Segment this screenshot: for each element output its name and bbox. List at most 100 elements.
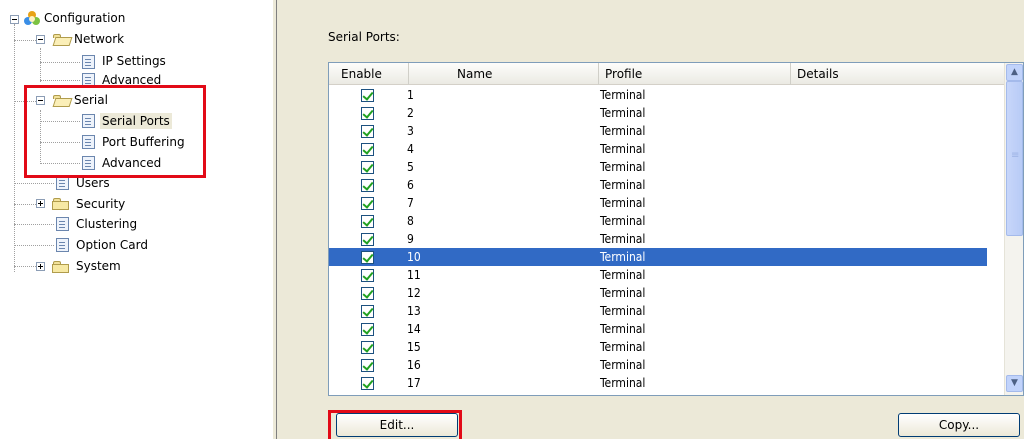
tree-line bbox=[14, 204, 36, 205]
tree-item-configuration[interactable]: Configuration bbox=[42, 10, 127, 26]
enable-checkbox[interactable] bbox=[361, 215, 374, 228]
profile-cell: Terminal bbox=[600, 268, 646, 282]
port-number: 12 bbox=[407, 286, 421, 300]
column-header-details[interactable]: Details bbox=[791, 63, 1005, 85]
profile-cell: Terminal bbox=[600, 106, 646, 120]
page-icon bbox=[56, 238, 69, 252]
table-row[interactable]: 10 Terminal bbox=[329, 248, 987, 266]
port-number: 14 bbox=[407, 322, 421, 336]
column-header-enable[interactable]: Enable bbox=[329, 63, 409, 85]
port-number: 9 bbox=[407, 232, 414, 246]
port-number: 5 bbox=[407, 160, 414, 174]
tree-line bbox=[14, 245, 54, 246]
folder-icon bbox=[52, 197, 71, 210]
tree-item-network[interactable]: Network bbox=[72, 31, 126, 47]
list-header: Enable Name Profile Details bbox=[329, 63, 1005, 85]
configuration-icon bbox=[24, 11, 40, 27]
tree-line bbox=[40, 80, 80, 81]
table-row[interactable]: 8 Terminal bbox=[329, 212, 987, 230]
enable-checkbox[interactable] bbox=[361, 107, 374, 120]
table-row[interactable]: 1 Terminal bbox=[329, 86, 987, 104]
highlight-box bbox=[328, 410, 462, 439]
port-number: 16 bbox=[407, 358, 421, 372]
enable-checkbox[interactable] bbox=[361, 341, 374, 354]
column-header-profile[interactable]: Profile bbox=[599, 63, 791, 85]
enable-checkbox[interactable] bbox=[361, 287, 374, 300]
scroll-thumb[interactable] bbox=[1006, 81, 1023, 236]
port-number: 6 bbox=[407, 178, 414, 192]
profile-cell: Terminal bbox=[600, 250, 646, 264]
page-icon bbox=[56, 176, 69, 190]
table-row[interactable]: 5 Terminal bbox=[329, 158, 987, 176]
profile-cell: Terminal bbox=[600, 232, 646, 246]
tree-line bbox=[14, 266, 36, 267]
enable-checkbox[interactable] bbox=[361, 179, 374, 192]
enable-checkbox[interactable] bbox=[361, 269, 374, 282]
port-number: 3 bbox=[407, 124, 414, 138]
scroll-down-icon[interactable]: ▼ bbox=[1006, 375, 1023, 392]
tree-line bbox=[14, 24, 15, 272]
scroll-up-icon[interactable]: ▲ bbox=[1006, 64, 1023, 81]
enable-checkbox[interactable] bbox=[361, 233, 374, 246]
tree-item-security[interactable]: Security bbox=[74, 196, 127, 212]
profile-cell: Terminal bbox=[600, 88, 646, 102]
copy-button[interactable]: Copy... bbox=[898, 413, 1020, 437]
tree-item-ip-settings[interactable]: IP Settings bbox=[100, 53, 168, 69]
table-row[interactable]: 6 Terminal bbox=[329, 176, 987, 194]
tree-item-system[interactable]: System bbox=[74, 258, 123, 274]
enable-checkbox[interactable] bbox=[361, 359, 374, 372]
expand-toggle[interactable] bbox=[36, 262, 45, 271]
enable-checkbox[interactable] bbox=[361, 251, 374, 264]
table-row[interactable]: 12 Terminal bbox=[329, 284, 987, 302]
table-row[interactable]: 14 Terminal bbox=[329, 320, 987, 338]
enable-checkbox[interactable] bbox=[361, 161, 374, 174]
enable-checkbox[interactable] bbox=[361, 377, 374, 390]
profile-cell: Terminal bbox=[600, 142, 646, 156]
table-row[interactable]: 4 Terminal bbox=[329, 140, 987, 158]
port-number: 10 bbox=[407, 250, 421, 264]
expand-toggle[interactable] bbox=[36, 199, 45, 208]
serial-ports-panel: Serial Ports: Enable Name Profile Detail… bbox=[280, 0, 1024, 439]
port-number: 15 bbox=[407, 340, 421, 354]
port-number: 13 bbox=[407, 304, 421, 318]
highlight-box bbox=[24, 85, 206, 178]
table-row[interactable]: 11 Terminal bbox=[329, 266, 987, 284]
port-number: 11 bbox=[407, 268, 421, 282]
port-number: 2 bbox=[407, 106, 414, 120]
profile-cell: Terminal bbox=[600, 340, 646, 354]
profile-cell: Terminal bbox=[600, 358, 646, 372]
enable-checkbox[interactable] bbox=[361, 197, 374, 210]
tree-item-clustering[interactable]: Clustering bbox=[74, 216, 139, 232]
enable-checkbox[interactable] bbox=[361, 125, 374, 138]
table-row[interactable]: 7 Terminal bbox=[329, 194, 987, 212]
pane-splitter[interactable] bbox=[272, 0, 280, 439]
tree-item-option-card[interactable]: Option Card bbox=[74, 237, 150, 253]
table-row[interactable]: 17 Terminal bbox=[329, 374, 987, 392]
port-number: 7 bbox=[407, 196, 414, 210]
section-title: Serial Ports: bbox=[328, 30, 400, 44]
folder-icon bbox=[52, 260, 71, 273]
tree-line bbox=[40, 48, 41, 82]
folder-open-icon bbox=[52, 33, 73, 46]
enable-checkbox[interactable] bbox=[361, 305, 374, 318]
collapse-toggle[interactable] bbox=[10, 15, 19, 24]
profile-cell: Terminal bbox=[600, 304, 646, 318]
table-row[interactable]: 9 Terminal bbox=[329, 230, 987, 248]
table-row[interactable]: 16 Terminal bbox=[329, 356, 987, 374]
table-row[interactable]: 13 Terminal bbox=[329, 302, 987, 320]
page-icon bbox=[82, 55, 95, 69]
table-row[interactable]: 2 Terminal bbox=[329, 104, 987, 122]
profile-cell: Terminal bbox=[600, 178, 646, 192]
enable-checkbox[interactable] bbox=[361, 323, 374, 336]
vertical-scrollbar[interactable]: ▲ ▼ bbox=[1004, 63, 1023, 395]
profile-cell: Terminal bbox=[600, 124, 646, 138]
collapse-toggle[interactable] bbox=[36, 35, 45, 44]
profile-cell: Terminal bbox=[600, 196, 646, 210]
enable-checkbox[interactable] bbox=[361, 89, 374, 102]
serial-ports-list[interactable]: Enable Name Profile Details 1 Terminal 2 Te… bbox=[328, 62, 1024, 396]
profile-cell: Terminal bbox=[600, 160, 646, 174]
table-row[interactable]: 3 Terminal bbox=[329, 122, 987, 140]
column-header-name[interactable]: Name bbox=[409, 63, 599, 85]
enable-checkbox[interactable] bbox=[361, 143, 374, 156]
table-row[interactable]: 15 Terminal bbox=[329, 338, 987, 356]
